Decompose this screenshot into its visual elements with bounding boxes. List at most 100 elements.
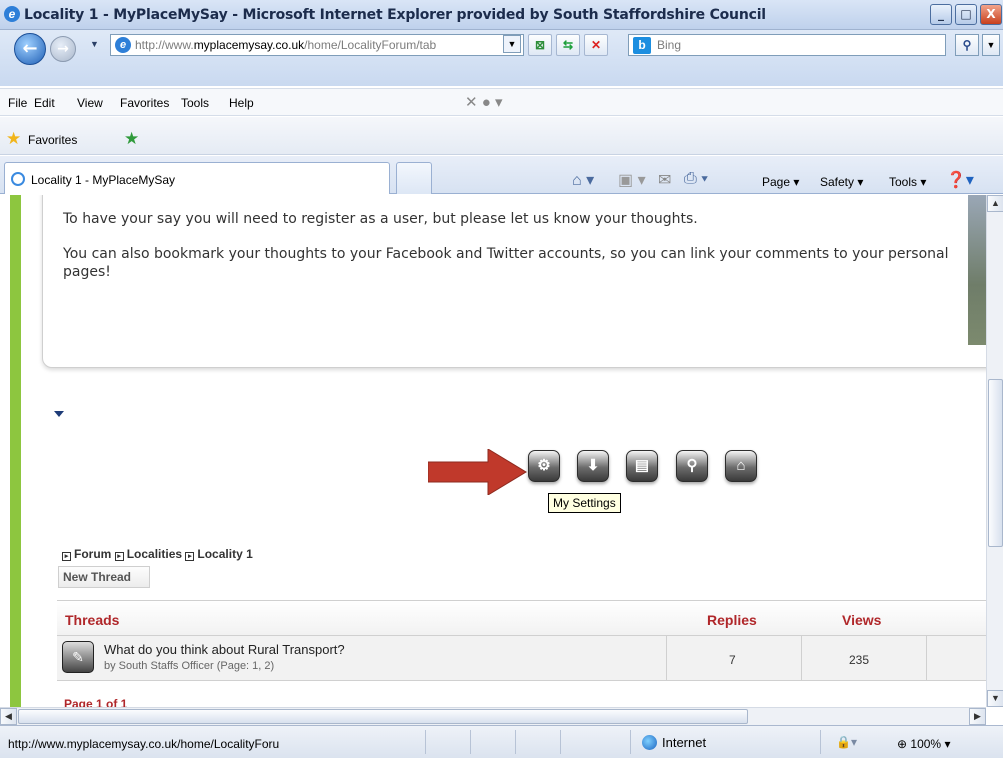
thread-views: 235 xyxy=(849,653,870,667)
menu-edit[interactable]: Edit xyxy=(34,96,55,110)
thread-icon: ✎ xyxy=(62,641,94,673)
status-url: http://www.myplacemysay.co.uk/home/Local… xyxy=(8,737,280,751)
favorites-star-icon[interactable]: ★ xyxy=(6,129,21,149)
vertical-scrollbar[interactable]: ▲ ▼ xyxy=(986,195,1003,707)
scroll-down-button[interactable]: ▼ xyxy=(987,690,1003,707)
status-divider xyxy=(515,730,516,754)
page-content: To have your say you will need to regist… xyxy=(0,195,986,707)
minimize-button[interactable]: _ xyxy=(930,4,952,25)
page-menu[interactable]: Page ▾ xyxy=(762,175,799,189)
favorites-bar: ★ Favorites ★ xyxy=(0,117,1003,155)
add-favorites-icon[interactable]: ★ xyxy=(124,129,139,149)
accent-stripe xyxy=(10,195,21,707)
thread-title-link[interactable]: What do you think about Rural Transport? xyxy=(104,642,345,657)
mail-icon[interactable]: ✉ xyxy=(658,170,671,190)
menu-help[interactable]: Help xyxy=(229,96,254,110)
forward-button[interactable]: → xyxy=(50,36,76,62)
security-zone[interactable]: Internet xyxy=(642,735,706,750)
column-divider xyxy=(926,636,927,681)
url-path: /home/LocalityForum/tab xyxy=(304,38,437,52)
breadcrumb-locality-1[interactable]: Locality 1 xyxy=(197,547,252,561)
maximize-button[interactable]: □ xyxy=(955,4,977,25)
side-photo xyxy=(968,195,986,345)
tooltip-my-settings: My Settings xyxy=(548,493,621,513)
status-divider xyxy=(470,730,471,754)
zoom-level[interactable]: ⊕ 100% ▾ xyxy=(897,737,950,751)
breadcrumb-arrow-icon: ▸ xyxy=(62,552,71,561)
status-divider xyxy=(820,730,821,754)
search-options-dropdown[interactable]: ▼ xyxy=(982,34,1000,56)
header-views: Views xyxy=(842,612,882,628)
scroll-up-button[interactable]: ▲ xyxy=(987,195,1003,212)
horizontal-scroll-thumb[interactable] xyxy=(18,709,748,724)
url-domain: myplacemysay.co.uk xyxy=(193,38,305,52)
stop-icon[interactable]: ✕ xyxy=(584,34,608,56)
breadcrumb-arrow-icon: ▸ xyxy=(114,552,124,561)
internet-globe-icon xyxy=(642,735,657,750)
zone-label: Internet xyxy=(662,735,707,750)
breadcrumb-localities[interactable]: Localities xyxy=(127,547,182,561)
thread-author: by South Staffs Officer (Page: 1, 2) xyxy=(104,660,275,672)
scroll-right-button[interactable]: ▶ xyxy=(969,708,986,725)
address-dropdown-button[interactable]: ▼ xyxy=(503,35,521,53)
ie-logo-icon: e xyxy=(4,6,20,22)
close-button[interactable]: X xyxy=(980,4,1002,25)
forum-home-icon[interactable]: ⌂ xyxy=(725,450,757,482)
search-forum-icon[interactable]: ⚲ xyxy=(676,450,708,482)
breadcrumb-forum[interactable]: Forum xyxy=(74,547,111,561)
favorites-button[interactable]: Favorites xyxy=(28,133,77,147)
safety-menu[interactable]: Safety ▾ xyxy=(820,175,863,189)
address-input[interactable]: e http://www.myplacemysay.co.uk/home/Loca… xyxy=(110,34,524,56)
search-placeholder: Bing xyxy=(657,38,682,52)
home-icon[interactable]: ⌂ ▾ xyxy=(572,170,594,190)
compatibility-view-icon[interactable]: ⊠ xyxy=(528,34,552,56)
breadcrumb: ▸ Forum ▸ Localities ▸ Locality 1 xyxy=(62,547,253,561)
help-icon[interactable]: ❓▾ xyxy=(946,170,974,190)
tab-label: Locality 1 - MyPlaceMySay xyxy=(31,173,176,187)
breadcrumb-arrow-icon: ▸ xyxy=(185,552,195,561)
bing-icon: b xyxy=(633,37,651,54)
scroll-left-button[interactable]: ◀ xyxy=(0,708,17,725)
threads-table-header: Threads Replies Views xyxy=(57,600,986,636)
search-input[interactable]: b Bing xyxy=(628,34,946,56)
search-icon[interactable]: ⚲ xyxy=(955,34,979,56)
menu-file[interactable]: File xyxy=(8,96,27,110)
status-divider xyxy=(560,730,561,754)
subscribe-icon[interactable]: ⬇ xyxy=(577,450,609,482)
intro-paragraph-1: To have your say you will need to regist… xyxy=(63,211,698,227)
intro-panel: To have your say you will need to regist… xyxy=(42,195,986,368)
print-icon[interactable]: ⎙ ▾ xyxy=(684,170,708,188)
page-info: Page 1 of 1 xyxy=(64,697,128,707)
menu-tools[interactable]: Tools xyxy=(181,96,209,110)
status-bar: http://www.myplacemysay.co.uk/home/Local… xyxy=(0,725,1003,758)
protected-mode-icon[interactable]: 🔒▾ xyxy=(836,735,857,749)
back-button[interactable]: ← xyxy=(14,33,46,65)
new-thread-button[interactable]: New Thread xyxy=(58,566,150,588)
window-title: Locality 1 - MyPlaceMySay - Microsoft In… xyxy=(24,7,766,23)
feeds-icon[interactable]: ▣ ▾ xyxy=(618,170,646,190)
menu-bar: File Edit View Favorites Tools Help ✕ ● … xyxy=(0,88,1003,116)
table-row[interactable]: ✎ What do you think about Rural Transpor… xyxy=(57,636,986,681)
menu-view[interactable]: View xyxy=(77,96,103,110)
column-divider xyxy=(801,636,802,681)
close-toolbar-icon[interactable]: ✕ ● ▾ xyxy=(465,93,503,111)
thread-replies: 7 xyxy=(729,653,736,667)
tab-bar: Locality 1 - MyPlaceMySay ⌂ ▾ ▣ ▾ ✉ ⎙ ▾ … xyxy=(0,156,1003,194)
my-settings-icon[interactable]: ⚙ xyxy=(528,450,560,482)
tab-locality-1[interactable]: Locality 1 - MyPlaceMySay xyxy=(4,162,390,194)
vertical-scroll-thumb[interactable] xyxy=(988,379,1003,547)
red-arrow-pointer xyxy=(428,449,527,495)
new-tab-button[interactable] xyxy=(396,162,432,194)
horizontal-scrollbar[interactable]: ◀ ▶ xyxy=(0,707,986,725)
refresh-icon[interactable]: ⇆ xyxy=(556,34,580,56)
address-toolbar: ← → ▼ e http://www.myplacemysay.co.uk/hom… xyxy=(0,30,1003,86)
history-dropdown-icon[interactable]: ▼ xyxy=(90,39,99,49)
menu-favorites[interactable]: Favorites xyxy=(120,96,169,110)
inbox-icon[interactable]: ▤ xyxy=(626,450,658,482)
tools-menu[interactable]: Tools ▾ xyxy=(889,175,926,189)
intro-paragraph-2: You can also bookmark your thoughts to y… xyxy=(63,246,949,280)
page-icon: e xyxy=(115,37,131,53)
url-prefix: http://www. xyxy=(135,38,194,52)
collapse-arrow-icon[interactable] xyxy=(54,411,64,417)
status-divider xyxy=(425,730,426,754)
